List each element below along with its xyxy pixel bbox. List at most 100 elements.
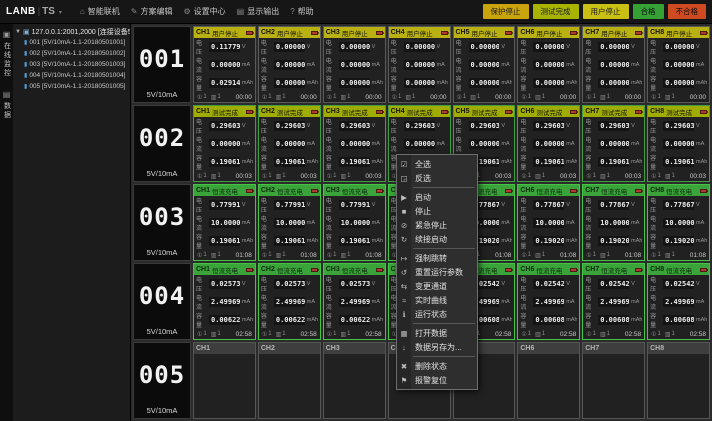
device-tile[interactable]: 0045V/10mA [133, 263, 191, 340]
channel-card[interactable]: CH8 [647, 342, 710, 419]
channel-card[interactable]: CH7用户停止电压0.00000V电流0.00000mA容量0.00000mAh… [582, 26, 645, 103]
capacity-value: 0.00000 [339, 78, 370, 88]
voltage-value: 0.02573 [339, 279, 370, 289]
rail-tab-online-monitor[interactable]: ▣在线监控 [2, 30, 12, 78]
value-row: 电流2.49969mA [196, 293, 253, 311]
start-menu-item[interactable]: ▶启动 [397, 190, 477, 204]
value-row: 电压0.29603V [650, 117, 707, 135]
channel-card[interactable]: CH2恒流充电电压0.02573V电流2.49969mA容量0.00622mAh… [258, 263, 321, 340]
tree-item-device[interactable]: ▮001 [5V/10mA-1.1-20180501001] [15, 37, 128, 48]
channel-card[interactable]: CH1恒流充电电压0.77991V电流10.0000mA容量0.19061mAh… [193, 184, 256, 261]
realtime-curve-menu-item[interactable]: ≈实时曲线 [397, 293, 477, 307]
select-all-menu-item[interactable]: ☑全选 [397, 157, 477, 171]
capacity-value: 0.00622 [339, 315, 370, 325]
save-data-as-menu-item[interactable]: ↓数据另存为... [397, 340, 477, 354]
menu-item-label: 续接启动 [415, 234, 447, 245]
channel-card[interactable]: CH6用户停止电压0.00000V电流0.00000mA容量0.00000mAh… [517, 26, 580, 103]
current-value: 10.0000 [663, 218, 694, 228]
channel-values: 电压0.29603V电流0.00000mA容量0.19061mAh [194, 117, 255, 171]
current-value: 10.0000 [533, 218, 564, 228]
channel-card[interactable]: CH6测试完成电压0.29603V电流0.00000mA容量0.19061mAh… [517, 105, 580, 182]
device-tile[interactable]: 0025V/10mA [133, 105, 191, 182]
channel-values [259, 354, 320, 418]
value-unit: mAh [566, 159, 577, 165]
run-status-menu-item[interactable]: ℹ运行状态 [397, 307, 477, 321]
channel-card[interactable]: CH3恒流充电电压0.02573V电流2.49969mA容量0.00622mAh… [323, 263, 386, 340]
device-tile[interactable]: 0035V/10mA [133, 184, 191, 261]
channel-card[interactable]: CH5用户停止电压0.00000V电流0.00000mA容量0.00000mAh… [453, 26, 516, 103]
device-tile[interactable]: 0015V/10mA [133, 26, 191, 103]
delete-status-menu-item[interactable]: ✖删除状态 [397, 359, 477, 373]
tree-item-device[interactable]: ▮002 [5V/10mA-1.1-20180501002] [15, 48, 128, 59]
tree-item-device[interactable]: ▮003 [5V/10mA-1.1-20180501003] [15, 59, 128, 70]
value-row: 电流0.00000mA [326, 135, 383, 153]
elapsed-time: 01:08 [625, 252, 641, 259]
logo-caret-icon[interactable]: ▾ [59, 9, 62, 16]
channel-card[interactable]: CH4用户停止电压0.00000V电流0.00000mA容量0.00000mAh… [388, 26, 451, 103]
resume-start-menu-item[interactable]: ↻续接启动 [397, 232, 477, 246]
channel-card[interactable]: CH1恒流充电电压0.02573V电流2.49969mA容量0.00622mAh… [193, 263, 256, 340]
value-unit: V [501, 123, 512, 129]
elapsed-time: 02:58 [300, 331, 316, 338]
channel-card[interactable]: CH2 [258, 342, 321, 419]
channel-card[interactable]: CH2恒流充电电压0.77991V电流10.0000mA容量0.19061mAh… [258, 184, 321, 261]
current-value: 2.49969 [209, 297, 240, 307]
channel-card[interactable]: CH2用户停止电压0.00000V电流0.00000mA容量0.00000mAh… [258, 26, 321, 103]
channel-card[interactable]: CH1用户停止电压0.11779V电流0.00000mA容量0.02914mAh… [193, 26, 256, 103]
channel-name: CH8 [650, 29, 664, 36]
step-value: 1 [672, 173, 675, 179]
rail-tab-data[interactable]: ▤数据 [2, 90, 12, 120]
channel-card[interactable]: CH8恒流充电电压0.02542V电流2.49969mA容量0.00608mAh… [647, 263, 710, 340]
channel-card[interactable]: CH7测试完成电压0.29603V电流0.00000mA容量0.19061mAh… [582, 105, 645, 182]
tree-collapse-icon[interactable]: ▼ [15, 29, 21, 35]
channel-card[interactable]: CH6恒流充电电压0.02542V电流2.49969mA容量0.00608mAh… [517, 263, 580, 340]
invert-selection-menu-item[interactable]: ◲反选 [397, 171, 477, 185]
tree-item-device[interactable]: ▮004 [5V/10mA-1.1-20180501004] [15, 70, 128, 81]
channel-card-header: CH6恒流充电 [518, 185, 579, 196]
reset-run-params-menu-item[interactable]: ↺重置运行参数 [397, 265, 477, 279]
menu-item-settings-center[interactable]: ⚙设置中心 [183, 6, 225, 17]
battery-icon [570, 268, 577, 272]
channel-card[interactable]: CH3测试完成电压0.29603V电流0.00000mA容量0.19061mAh… [323, 105, 386, 182]
channel-card[interactable]: CH7恒流充电电压0.77867V电流10.0000mA容量0.19020mAh… [582, 184, 645, 261]
current-value: 2.49969 [533, 297, 564, 307]
tree-item-device[interactable]: ▮005 [5V/10mA-1.1-20180501005] [15, 81, 128, 92]
value-row: 容量0.00608mAh [650, 311, 707, 329]
channel-card[interactable]: CH3用户停止电压0.00000V电流0.00000mA容量0.00000mAh… [323, 26, 386, 103]
channel-status: 用户停止 [342, 28, 368, 38]
change-channel-icon: ⇆ [397, 282, 411, 291]
channel-name: CH4 [391, 108, 405, 115]
channel-card[interactable]: CH2测试完成电压0.29603V电流0.00000mA容量0.19061mAh… [258, 105, 321, 182]
channel-card[interactable]: CH8恒流充电电压0.77867V电流10.0000mA容量0.19020mAh… [647, 184, 710, 261]
channel-card[interactable]: CH1 [193, 342, 256, 419]
channel-card[interactable]: CH3 [323, 342, 386, 419]
alarm-reset-menu-item[interactable]: ⚑报警复位 [397, 373, 477, 387]
channel-card[interactable]: CH6 [517, 342, 580, 419]
channel-card[interactable]: CH1测试完成电压0.29603V电流0.00000mA容量0.19061mAh… [193, 105, 256, 182]
channel-card[interactable]: CH7 [582, 342, 645, 419]
channel-footer: ①1▥100:03 [324, 171, 385, 181]
value-unit: V [631, 281, 642, 287]
channel-card-header: CH2恒流充电 [259, 185, 320, 196]
emergency-stop-menu-item[interactable]: ⊘紧急停止 [397, 218, 477, 232]
open-data-menu-item[interactable]: ▦打开数据 [397, 326, 477, 340]
menu-item-plan-edit[interactable]: ✎方案编辑 [131, 6, 173, 17]
channel-values: 电压0.02573V电流2.49969mA容量0.00622mAh [194, 275, 255, 329]
menu-item-help[interactable]: ?帮助 [290, 6, 313, 17]
channel-card[interactable]: CH6恒流充电电压0.77867V电流10.0000mA容量0.19020mAh… [517, 184, 580, 261]
menu-item-display-output[interactable]: ▤显示输出 [237, 6, 280, 17]
channel-card[interactable]: CH8用户停止电压0.00000V电流0.00000mA容量0.00000mAh… [647, 26, 710, 103]
change-channel-menu-item[interactable]: ⇆变更通道 [397, 279, 477, 293]
device-tile[interactable]: 0055V/10mA [133, 342, 191, 419]
channel-card[interactable]: CH7恒流充电电压0.02542V电流2.49969mA容量0.00608mAh… [582, 263, 645, 340]
channel-card[interactable]: CH3恒流充电电压0.77991V电流10.0000mA容量0.19061mAh… [323, 184, 386, 261]
channel-card[interactable]: CH8测试完成电压0.29603V电流0.00000mA容量0.19061mAh… [647, 105, 710, 182]
cycle-counter: ①1 [197, 331, 207, 338]
value-row: 电压0.29603V [326, 117, 383, 135]
cycle-value: 1 [203, 94, 206, 100]
stop-menu-item[interactable]: ■停止 [397, 204, 477, 218]
force-jump-menu-item[interactable]: ↦强制跳转 [397, 251, 477, 265]
tree-root[interactable]: ▼ ▣ 127.0.0.1:2001,2000 [连接设备5 台] [15, 27, 128, 37]
battery-icon [505, 189, 512, 193]
menu-item-smart-connect[interactable]: ⌂智能联机 [80, 6, 120, 17]
